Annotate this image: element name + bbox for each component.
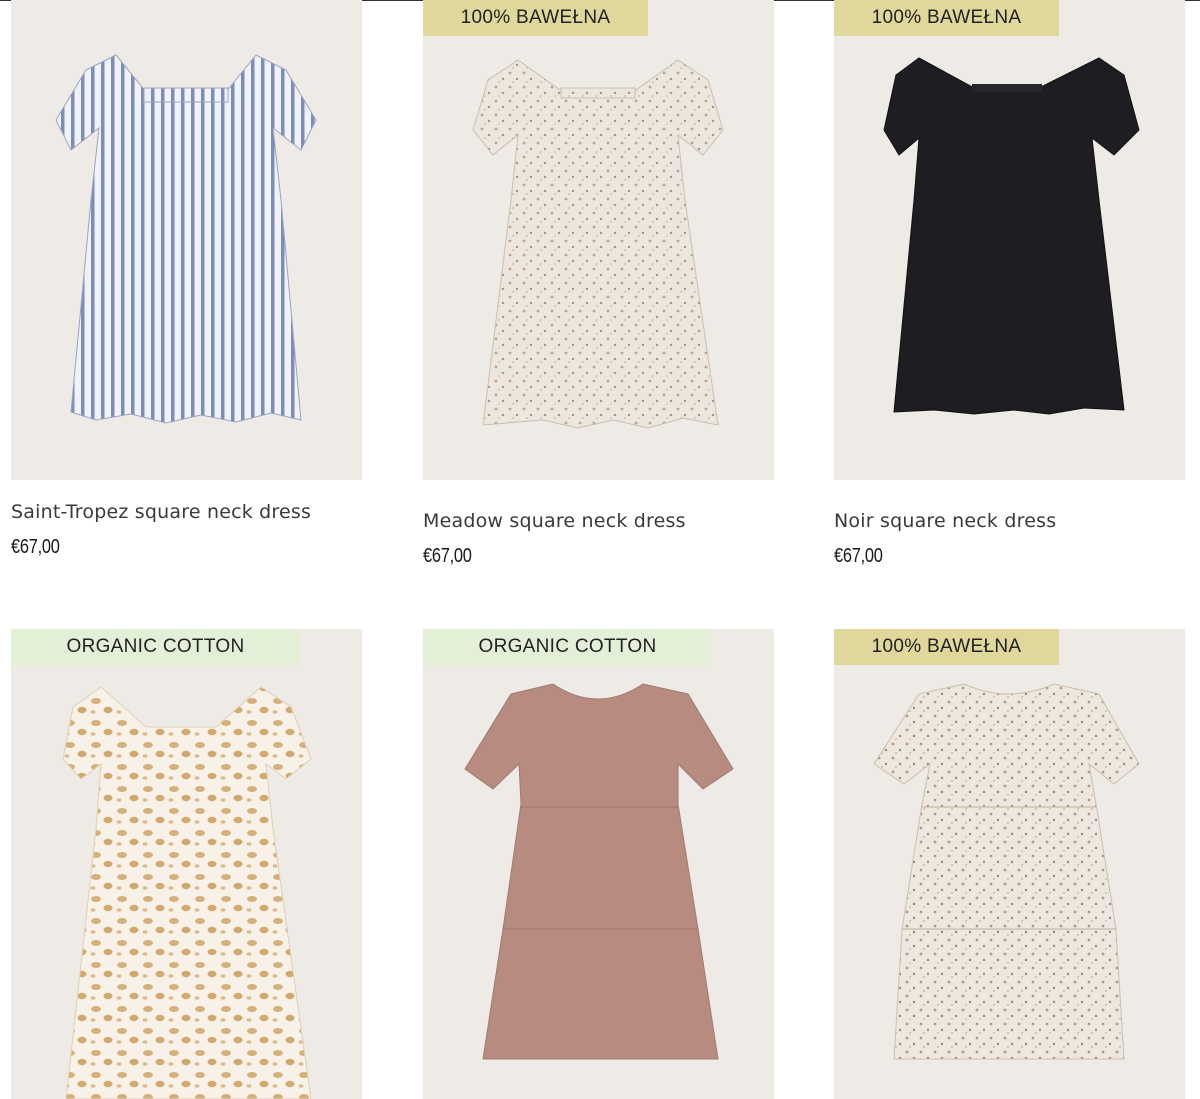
floral-dress-image: [472, 59, 724, 429]
black-dress-image: [883, 57, 1140, 415]
badge-organic-cotton: ORGANIC COTTON: [11, 629, 300, 665]
badge-organic-cotton: ORGANIC COTTON: [423, 629, 712, 665]
badge-100-cotton: 100% BAWEŁNA: [834, 0, 1059, 36]
product-price: €67,00: [11, 536, 60, 558]
product-image[interactable]: 100% BAWEŁNA: [834, 629, 1185, 1099]
leopard-dress-image: [62, 686, 312, 1099]
badge-100-cotton: 100% BAWEŁNA: [423, 0, 648, 36]
product-image[interactable]: ORGANIC COTTON: [423, 629, 774, 1099]
rose-dress-image: [464, 683, 734, 1060]
striped-dress-image: [55, 54, 317, 424]
badge-100-cotton: 100% BAWEŁNA: [834, 629, 1059, 665]
product-title[interactable]: Noir square neck dress: [834, 510, 1056, 532]
product-image[interactable]: [11, 0, 362, 480]
product-title[interactable]: Meadow square neck dress: [423, 510, 686, 532]
product-price: €67,00: [423, 545, 472, 567]
product-title[interactable]: Saint-Tropez square neck dress: [11, 501, 311, 523]
product-image[interactable]: 100% BAWEŁNA: [423, 0, 774, 480]
floral-tiered-dress-image: [873, 683, 1140, 1060]
product-image[interactable]: ORGANIC COTTON: [11, 629, 362, 1099]
product-price: €67,00: [834, 545, 883, 567]
product-image[interactable]: 100% BAWEŁNA: [834, 0, 1185, 480]
